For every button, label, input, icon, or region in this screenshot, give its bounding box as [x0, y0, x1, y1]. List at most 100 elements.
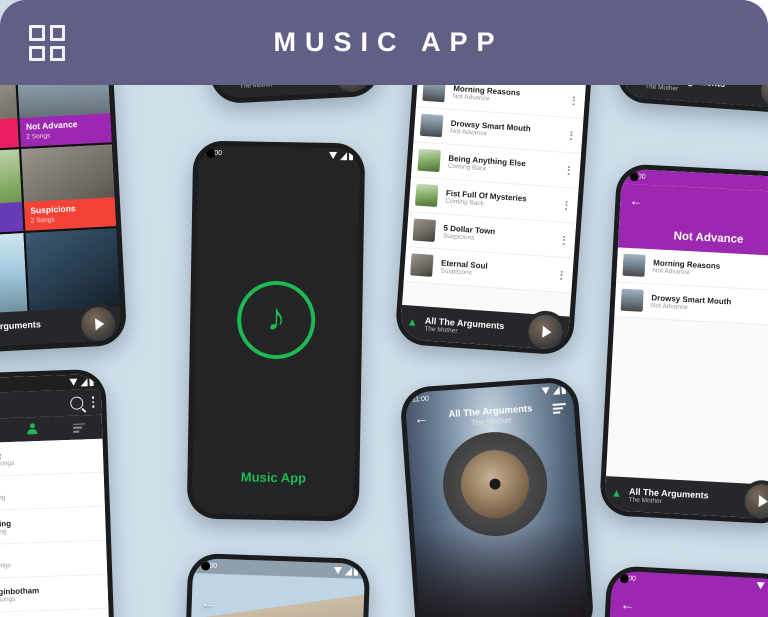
- table-row[interactable]: Drowsy Smart Mouth Not Advance: [614, 282, 768, 327]
- mini-player-text: All The Arguments The Mother: [628, 486, 745, 509]
- song-text: Morning Reasons Not Advance: [452, 84, 569, 108]
- album-song-count: 2 Songs: [0, 134, 13, 145]
- album-caption: Coming Back2 Songs: [0, 201, 24, 236]
- overflow-menu-icon[interactable]: [561, 200, 572, 210]
- phone-city-screen: 11:00 ←: [183, 552, 371, 617]
- song-thumbnail: [419, 113, 444, 138]
- status-bar-time: 11:00: [411, 395, 430, 404]
- status-bar: 11:00: [611, 570, 768, 595]
- song-thumbnail: [620, 288, 644, 312]
- album-card[interactable]: Coming Back2 Songs: [0, 149, 24, 236]
- song-thumbnail: [410, 253, 434, 277]
- overflow-menu-icon[interactable]: [91, 396, 95, 408]
- overflow-menu-icon[interactable]: [564, 165, 575, 175]
- grid-icon[interactable]: [29, 25, 65, 61]
- song-thumbnail: [417, 148, 441, 173]
- status-bar-icons: [756, 582, 768, 591]
- queue-list-icon[interactable]: [552, 402, 567, 414]
- song-thumbnail: [415, 183, 439, 208]
- screen-now-playing: 11:00 ← All The Arguments The Mother: [404, 381, 590, 617]
- mini-player-text: All The Arguments The Mother: [424, 315, 529, 339]
- back-arrow-icon[interactable]: ←: [620, 596, 635, 613]
- chevron-up-icon[interactable]: ▲: [406, 316, 418, 329]
- poster-header: MUSIC APP: [0, 0, 768, 85]
- artist-text: Danny Higginbotham2 Albums · 4 Songs: [0, 583, 101, 605]
- overflow-menu-icon[interactable]: [566, 130, 577, 140]
- tab-playlists[interactable]: [55, 422, 102, 433]
- battery-icon: [561, 385, 566, 394]
- overflow-menu-icon[interactable]: [559, 235, 570, 245]
- status-bar: 11:00: [197, 145, 361, 164]
- album-art: [0, 233, 28, 320]
- song-text: Drowsy Smart Mouth Not Advance: [651, 293, 768, 316]
- screen-artists: 11:00 Artists ♫ Alain Lipietz2 Albums ·: [0, 373, 110, 617]
- album-caption: The Mother2 Songs: [0, 117, 19, 152]
- wifi-icon: [541, 387, 550, 395]
- screen-albums: The Mother2 SongsNot Advance2 Songs Comin…: [0, 60, 123, 350]
- disc-hole: [489, 478, 501, 490]
- play-icon[interactable]: [80, 306, 117, 343]
- wifi-icon: [69, 378, 78, 386]
- search-icon[interactable]: [69, 395, 83, 410]
- mini-player[interactable]: ▲ All The Arguments The Mother: [0, 306, 123, 350]
- song-text: Being Anything Else Coming Back: [448, 154, 565, 178]
- mini-player[interactable]: ▲ All The Arguments The Mother: [399, 304, 570, 351]
- battery-icon: [89, 377, 94, 386]
- artist-text: Alain Lipietz2 Albums · 10 Songs: [0, 448, 96, 469]
- poster-stage: ▲ All The Arguments The Mother ▲ All The…: [0, 0, 768, 617]
- city-header: ←: [189, 573, 365, 617]
- song-text: 5 Dollar Town Suspicions: [443, 224, 560, 248]
- album-artwork-image: [458, 447, 532, 521]
- now-playing-titles: All The Arguments The Mother: [428, 402, 554, 431]
- artist-list: Alain Lipietz2 Albums · 10 Songs C. Wagne…: [0, 438, 110, 617]
- music-note-icon: ♪: [236, 280, 316, 360]
- mini-player[interactable]: ▲ All The Arguments The Mother: [604, 476, 768, 520]
- app-name: Music App: [240, 469, 307, 486]
- overflow-menu-icon[interactable]: [556, 270, 567, 280]
- album-song-count: 2 Songs: [30, 216, 55, 225]
- page-title: MUSIC APP: [273, 27, 504, 57]
- song-text: Drowsy Smart Mouth Not Advance: [450, 119, 567, 143]
- overflow-menu-icon[interactable]: [568, 95, 579, 105]
- signal-icon: [339, 151, 347, 160]
- battery-icon: [348, 151, 354, 160]
- tab-albums[interactable]: [0, 424, 9, 439]
- phone-albums-screen: The Mother2 SongsNot Advance2 Songs Comin…: [0, 55, 128, 355]
- album-song-list: Morning Reasons Not Advance Drowsy Smart M…: [614, 247, 768, 327]
- wifi-icon: [756, 582, 765, 590]
- back-arrow-icon[interactable]: ←: [201, 594, 216, 610]
- album-caption: Suspicions 2 Songs: [23, 196, 117, 231]
- album-header: ← Not Advance: [617, 183, 768, 257]
- song-text: Morning Reasons Not Advance: [653, 258, 768, 281]
- song-text: Eternal Soul Suspicions: [440, 258, 557, 282]
- album-card[interactable]: [25, 228, 121, 315]
- song-thumbnail: [622, 253, 646, 277]
- phone-bottom-right-partial: 11:00 ←: [600, 565, 768, 617]
- album-song-count: 2 Songs: [0, 218, 17, 229]
- play-icon[interactable]: [527, 313, 564, 351]
- artist-text: Sacks Forcing1 Album · 1 Song: [0, 515, 99, 537]
- camera-punch-hole: [206, 148, 216, 158]
- tab-artists[interactable]: [9, 422, 56, 436]
- back-arrow-icon[interactable]: ←: [629, 192, 644, 209]
- wifi-icon: [329, 151, 338, 160]
- artist-text: C. Wagner1 Album · 1 Song: [0, 482, 98, 503]
- chevron-up-icon[interactable]: ▲: [611, 487, 623, 500]
- page-title: Artists: [0, 397, 70, 414]
- back-arrow-icon[interactable]: ←: [414, 410, 429, 427]
- wifi-icon: [333, 566, 343, 575]
- screen-city: 11:00 ←: [188, 558, 366, 617]
- battery-icon: [353, 567, 359, 576]
- signal-icon: [551, 385, 560, 395]
- signal-icon: [79, 377, 88, 387]
- song-thumbnail: [412, 218, 437, 242]
- phone-album-detail-screen: 11:00 ← Not Advance Morning ReasonsNot A…: [598, 163, 768, 525]
- album-card[interactable]: [0, 233, 28, 320]
- phone-artists-screen: 11:00 Artists ♫ Alain Lipietz2 Albums ·: [0, 368, 115, 617]
- phone-now-playing-screen: 11:00 ← All The Arguments The Mother: [399, 376, 595, 617]
- play-icon[interactable]: [743, 483, 768, 520]
- mini-player-text: All The Arguments The Mother: [0, 317, 82, 340]
- status-bar-icons: [541, 385, 566, 395]
- album-card[interactable]: Suspicions 2 Songs: [21, 144, 117, 231]
- status-bar-icons: [333, 566, 359, 576]
